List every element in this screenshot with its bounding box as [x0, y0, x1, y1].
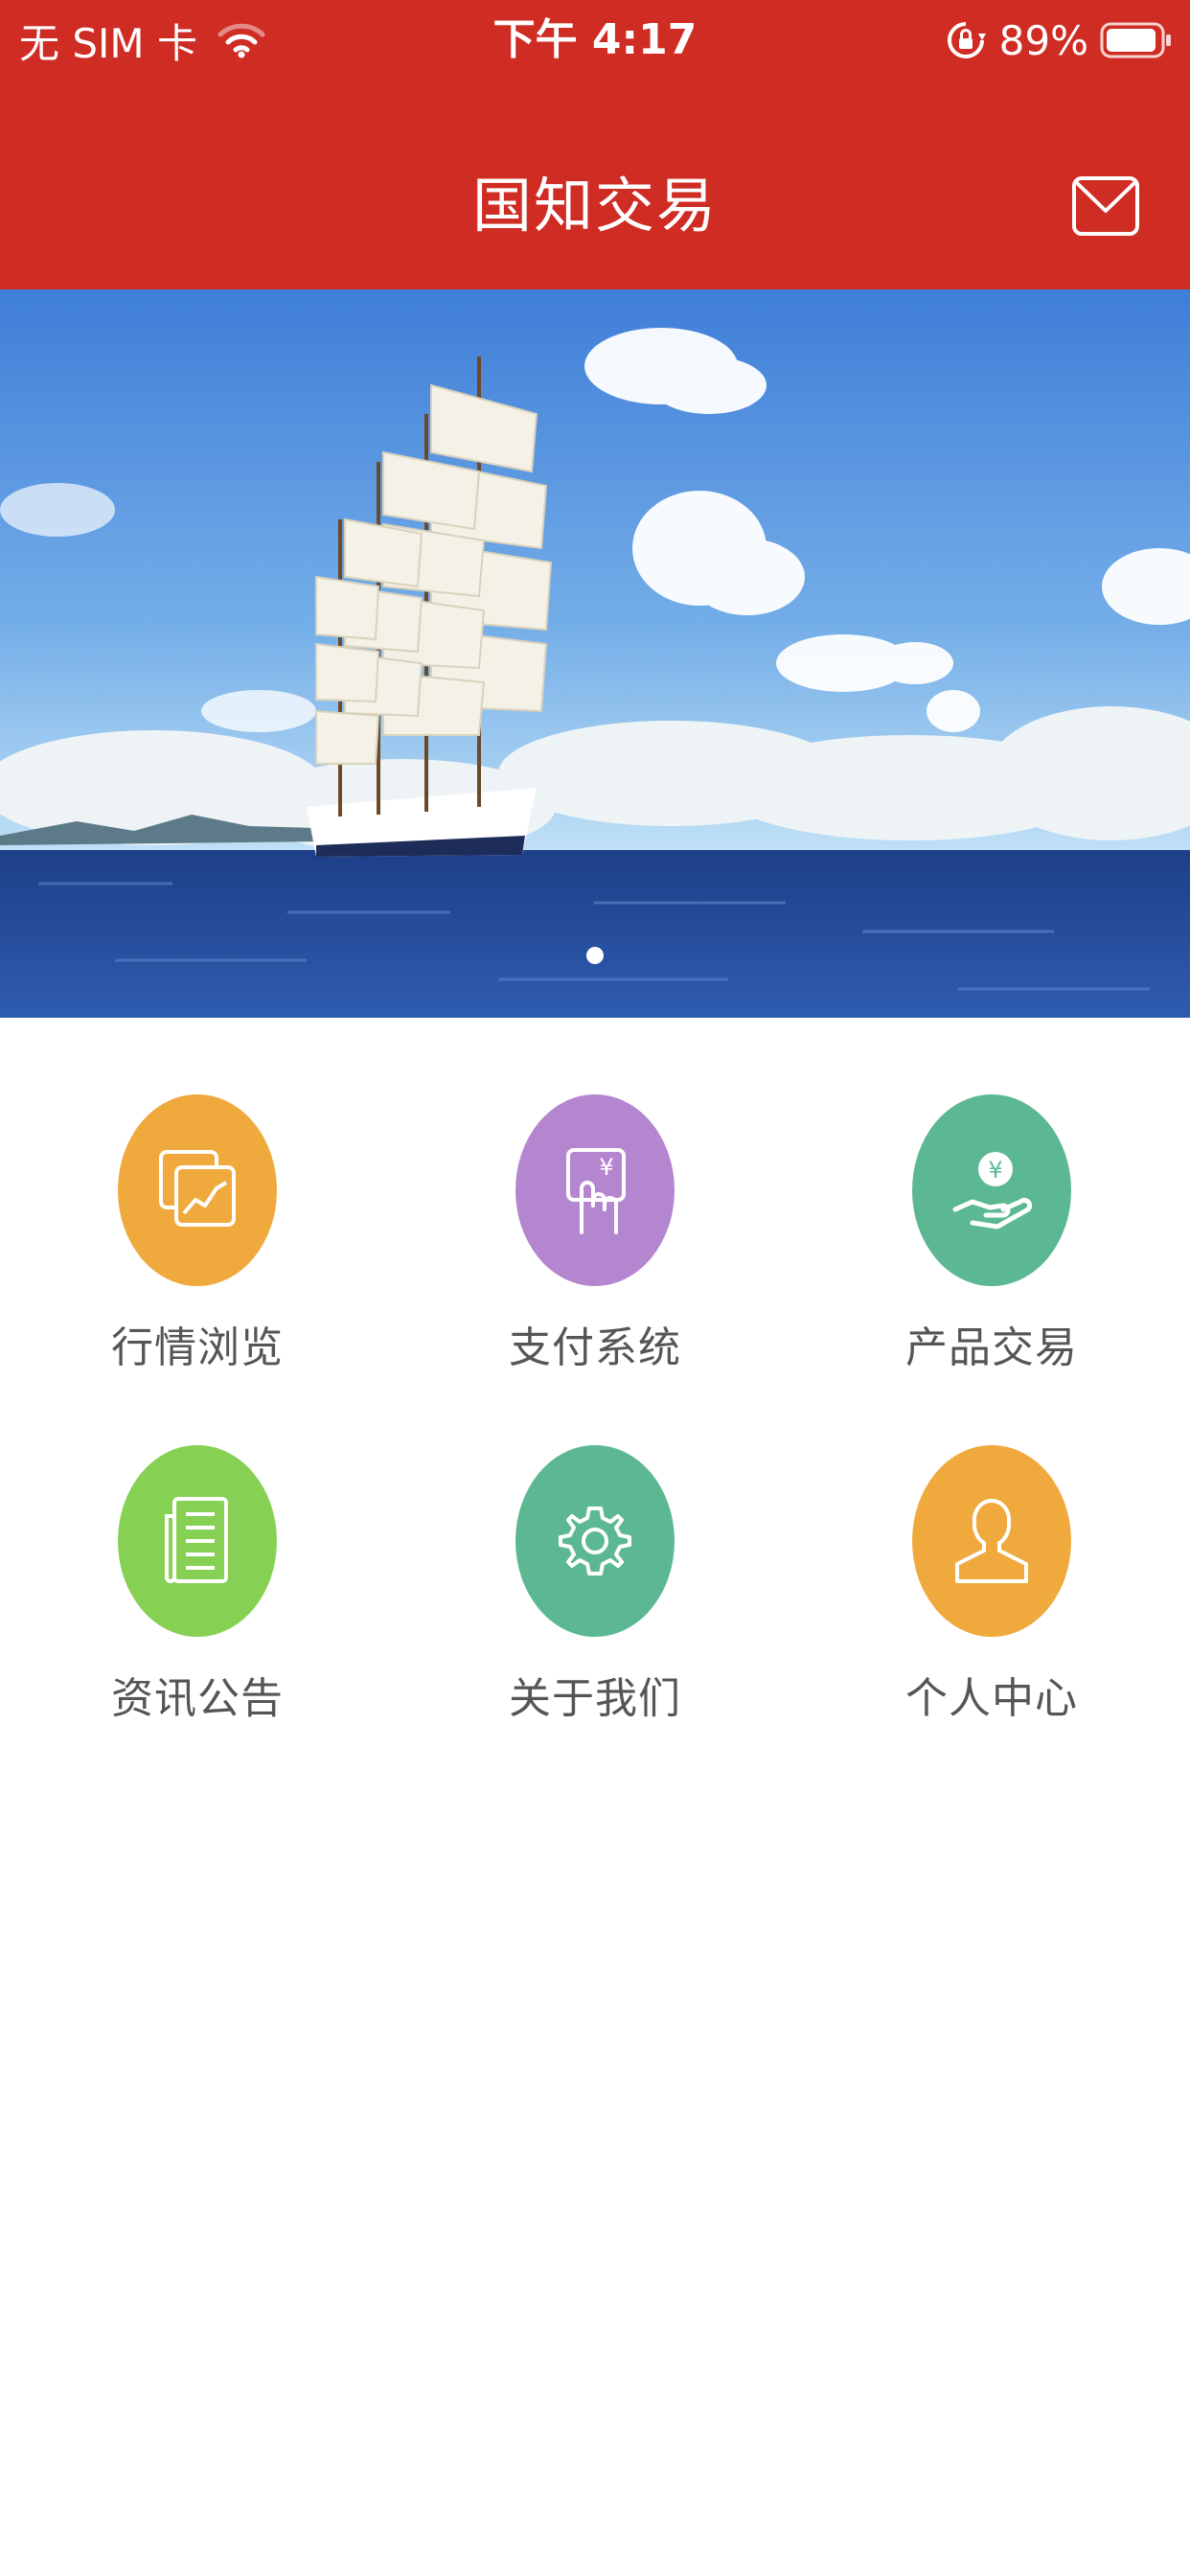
- menu-icon-circle: [515, 1445, 675, 1637]
- menu-label: 行情浏览: [111, 1323, 284, 1372]
- newspaper-icon: [165, 1497, 228, 1583]
- menu-label: 产品交易: [905, 1323, 1078, 1372]
- page-title: 国知交易: [471, 171, 718, 241]
- menu-icon-circle: ¥: [515, 1094, 675, 1286]
- battery-icon: [1100, 22, 1171, 58]
- chart-icon: [159, 1150, 236, 1227]
- banner-image: [0, 289, 1190, 1018]
- hand-money-icon: ¥: [952, 1152, 1033, 1230]
- gear-icon: [559, 1506, 631, 1576]
- status-bar: 无 SIM 卡 下午 4:17 89%: [0, 0, 1190, 80]
- menu-icon-circle: [118, 1445, 277, 1637]
- menu-icon-circle: ¥: [912, 1094, 1071, 1286]
- banner-page-dot[interactable]: [586, 947, 604, 964]
- header: 无 SIM 卡 下午 4:17 89% 国知交易: [0, 0, 1190, 289]
- banner-carousel[interactable]: [0, 289, 1190, 1018]
- status-right: 89%: [946, 10, 1173, 71]
- rotation-lock-icon: [947, 22, 986, 58]
- person-icon: [955, 1498, 1028, 1583]
- mail-icon: [1072, 176, 1139, 236]
- app-screen: 无 SIM 卡 下午 4:17 89% 国知交易 行情浏览 ¥ 支付系统 ¥ 产…: [0, 0, 1190, 2576]
- menu-label: 个人中心: [905, 1674, 1078, 1723]
- menu-label: 支付系统: [509, 1323, 681, 1372]
- menu-label: 关于我们: [509, 1674, 681, 1723]
- menu-icon-circle: [118, 1094, 277, 1286]
- menu-icon-circle: [912, 1445, 1071, 1637]
- svg-text:¥: ¥: [988, 1157, 1002, 1184]
- menu-label: 资讯公告: [111, 1674, 284, 1723]
- nav-bar: 国知交易: [0, 144, 1190, 268]
- mail-button[interactable]: [1071, 172, 1140, 240]
- payment-icon: ¥: [566, 1148, 626, 1234]
- svg-text:¥: ¥: [599, 1154, 613, 1181]
- battery-percent: 89%: [998, 16, 1088, 64]
